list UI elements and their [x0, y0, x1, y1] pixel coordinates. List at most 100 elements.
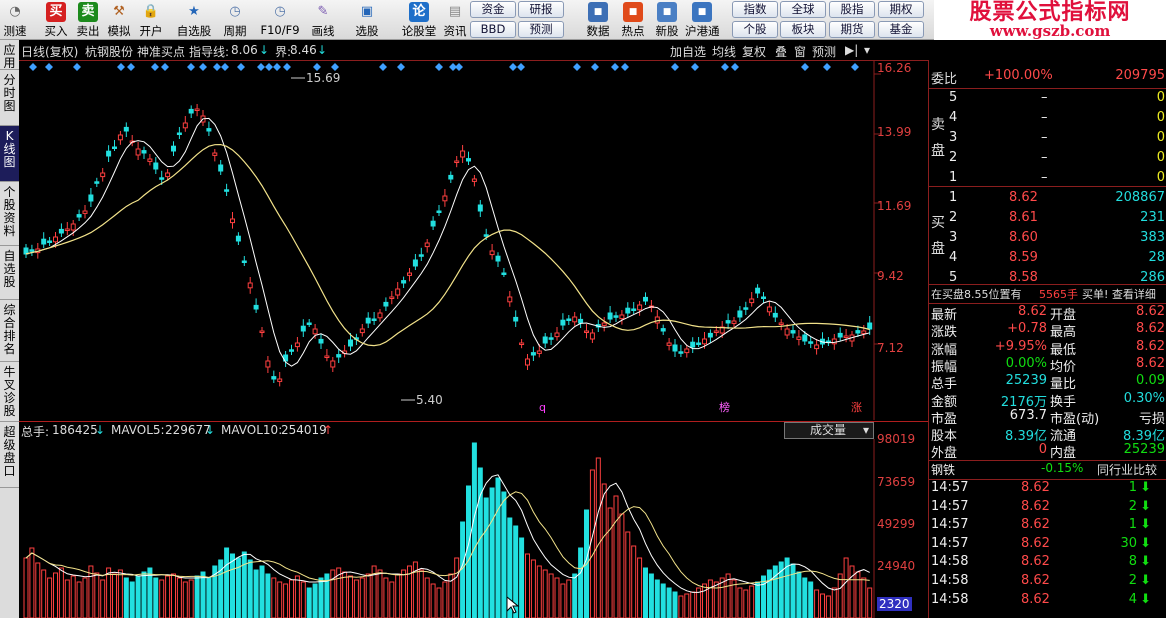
volume-chart[interactable] — [19, 439, 928, 618]
period-label[interactable]: 日线(复权) — [21, 43, 78, 60]
notice-link[interactable]: 买单! 查看详细 — [1082, 286, 1156, 302]
sidebar-tab-6[interactable]: 牛叉诊股 — [0, 362, 19, 422]
toolbar-tab-button[interactable]: 资金 — [470, 1, 516, 18]
stat-value: 8.62 — [1136, 304, 1165, 319]
header-button-1[interactable]: 均线 — [712, 43, 736, 60]
volume-bar — [766, 569, 772, 618]
toolbar-tab-button[interactable]: 预测 — [518, 21, 564, 38]
toolbar-pen-button[interactable]: ✎ 画线 — [308, 0, 338, 40]
sector-name[interactable]: 钢铁 — [931, 461, 955, 478]
header-button-0[interactable]: 加自选 — [670, 43, 706, 60]
chevron-down-icon[interactable]: ▾ — [864, 43, 870, 57]
toolbar-hammer-button[interactable]: ⚒ 模拟 — [104, 0, 134, 40]
toolbar-tab-button[interactable]: 基金 — [878, 21, 924, 38]
sidebar-tab-5[interactable]: 综合排名 — [0, 300, 19, 362]
stat-row: 涨跌 +0.78 最高 8.62 — [929, 321, 1166, 340]
signal-diamond — [117, 63, 125, 71]
toolbar-tab-button[interactable]: 板块 — [780, 21, 826, 38]
candle-body — [165, 172, 171, 178]
weibi-label: 委比 — [931, 72, 958, 87]
candle-body — [796, 336, 802, 340]
volume-bar — [595, 457, 601, 618]
candle-body — [513, 316, 519, 322]
toolbar-extra-button[interactable]: ■ 沪港通 — [685, 0, 720, 40]
volume-axis-label: 73659 — [877, 475, 916, 489]
toolbar-picker-button[interactable]: ▣ 选股 — [352, 0, 382, 40]
toolbar-extra-button[interactable]: ■ 数据 — [581, 0, 615, 40]
level-volume: 28 — [1148, 250, 1165, 265]
volume-bar — [743, 589, 749, 618]
sidebar-tab-4[interactable]: 自选股 — [0, 246, 19, 300]
candle-body — [188, 108, 194, 114]
toolbar-tab-button[interactable]: 股指 — [829, 1, 875, 18]
tick-volume: 2 — [1128, 498, 1137, 514]
quote-panel: 委比 +100.00% 209795 卖盘买盘 5–0 4–0 3–0 2–0 1–0 1 8.62… — [928, 60, 1166, 618]
volume-bar — [200, 571, 206, 618]
header-button-2[interactable]: 复权 — [742, 43, 766, 60]
signal-diamond — [199, 63, 207, 71]
volume-bar — [289, 579, 294, 618]
sidebar-tab-0[interactable]: 应用 — [0, 40, 19, 70]
volume-bar — [519, 537, 525, 618]
toolbar-tab-button[interactable]: 指数 — [732, 1, 778, 18]
candle-body — [70, 223, 76, 231]
toolbar-tab-button[interactable]: 期权 — [878, 1, 924, 18]
buy-level-row: 1 8.62 208867 — [929, 190, 1166, 208]
sector-compare-button[interactable]: 同行业比较 — [1097, 461, 1157, 478]
toolbar-label: 模拟 — [107, 24, 131, 38]
weicha-value: 209795 — [1115, 68, 1165, 83]
volume-bar — [300, 581, 306, 618]
toolbar-forum-button[interactable]: 论论股堂 — [397, 0, 441, 40]
toolbar-extra-button[interactable]: ■ 热点 — [616, 0, 650, 40]
candle-body — [761, 296, 766, 299]
header-button-5[interactable]: 预测 — [812, 43, 836, 60]
header-button-4[interactable]: 窗 — [794, 43, 806, 60]
stat-value: 0 — [1038, 442, 1047, 458]
toolbar-clock-button[interactable]: ◷ 周期 — [220, 0, 250, 40]
candle-body — [790, 330, 796, 334]
toolbar-tab-button[interactable]: 个股 — [732, 21, 778, 38]
volume-bar — [483, 497, 489, 618]
toolbar-tab-button[interactable]: BBD — [470, 21, 516, 38]
volume-bar — [566, 579, 572, 618]
toolbar-lock-button[interactable]: 🔒 开户 — [136, 0, 166, 40]
stat-value: 0.09 — [1136, 373, 1165, 389]
event-badge: 榜 — [719, 400, 730, 414]
volume-bar — [100, 579, 106, 618]
sidebar-tab-2[interactable]: K线图 — [0, 126, 19, 182]
candle-body — [690, 341, 696, 348]
level-price: 8.58 — [1009, 270, 1038, 285]
candle-body — [383, 301, 389, 307]
header-button-3[interactable]: 叠 — [775, 43, 787, 60]
level-number: 3 — [949, 130, 958, 145]
toolbar-clock2-button[interactable]: ◷ F10/F9 — [258, 0, 302, 40]
toolbar-buy-button[interactable]: 买买入 — [41, 0, 71, 40]
sidebar-tab-7[interactable]: 超级盘口 — [0, 422, 19, 488]
sell-level-row: 3 – 0 — [929, 130, 1166, 148]
toolbar-extra-button[interactable]: ■ 新股 — [650, 0, 684, 40]
volume-bar — [536, 565, 542, 618]
kline-chart[interactable]: 15.69 5.40 q 榜 涨 — [19, 60, 928, 420]
toolbar-star-button[interactable]: ★ 自选股 — [172, 0, 216, 40]
toolbar-sell-button[interactable]: 卖卖出 — [73, 0, 103, 40]
volume-bar — [247, 559, 253, 618]
candle-body — [460, 150, 466, 158]
app-icon: ■ — [692, 2, 712, 22]
sidebar-tab-3[interactable]: 个股资料 — [0, 182, 19, 246]
signal-diamond — [621, 63, 629, 71]
stat-label: 市盈 — [931, 411, 958, 427]
volume-bar — [749, 585, 755, 618]
level-price: – — [1041, 170, 1048, 185]
indicator-select[interactable]: 成交量 ▾ — [784, 422, 874, 439]
play-icon[interactable]: ▶| — [845, 43, 858, 57]
toolbar-tab-button[interactable]: 全球 — [780, 1, 826, 18]
volume-bar — [684, 593, 690, 618]
toolbar-news-button[interactable]: ▤ 资讯 — [440, 0, 470, 40]
toolbar-speed-button[interactable]: ◔ 测速 — [0, 0, 30, 40]
candle-body — [407, 272, 412, 276]
toolbar-tab-button[interactable]: 研报 — [518, 1, 564, 18]
stat-value: +9.95% — [994, 338, 1047, 354]
sidebar-tab-1[interactable]: 分时图 — [0, 70, 19, 126]
toolbar-tab-button[interactable]: 期货 — [829, 21, 875, 38]
app-icon: ■ — [623, 2, 643, 22]
